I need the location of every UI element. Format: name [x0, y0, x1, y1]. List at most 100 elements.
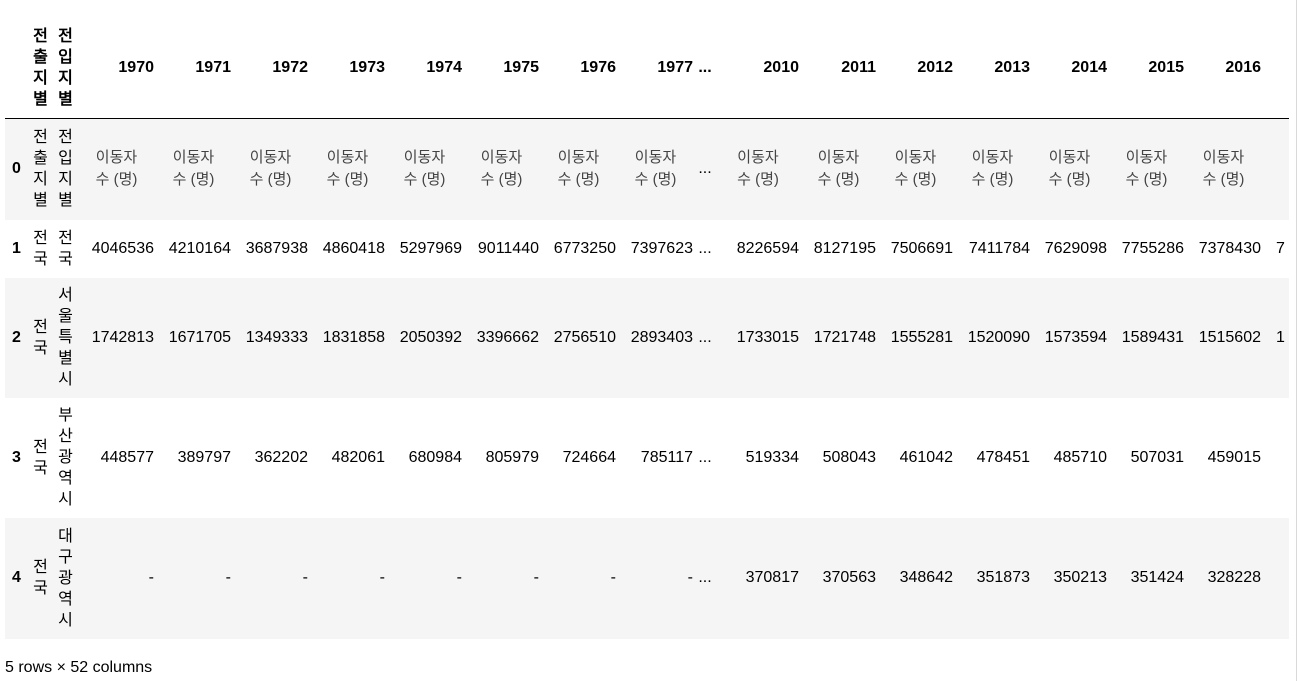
- table-row: 2 전국 서울특별시 1742813 1671705 1349333 1831858 2050…: [5, 277, 1289, 398]
- cell-origin: 전국: [28, 220, 53, 278]
- overflow-cell: [1262, 518, 1289, 639]
- column-header-year: 2013: [954, 18, 1031, 119]
- overflow-cell: 1: [1276, 328, 1285, 346]
- column-header-year: 2014: [1031, 18, 1108, 119]
- table-cell: 1733015: [736, 328, 799, 346]
- cell-origin-text: 전국: [33, 318, 48, 357]
- overflow-cell: [1262, 119, 1289, 220]
- table-cell: 2893403: [630, 328, 693, 346]
- table-cell: 1515602: [1198, 328, 1261, 346]
- table-cell: 이동자수 (명): [463, 119, 540, 220]
- table-cell: 1573594: [1044, 328, 1107, 346]
- column-header-year: 1972: [232, 18, 309, 119]
- column-header-origin: 전출지별: [28, 18, 53, 119]
- table-cell: 1520090: [967, 328, 1030, 346]
- table-cell: 이동자수 (명): [716, 119, 800, 220]
- cell-origin-text: 전국: [33, 438, 48, 477]
- table-cell: -: [225, 569, 231, 586]
- table-cell: 7378430: [1198, 239, 1261, 257]
- table-cell: -: [302, 569, 308, 586]
- cell-destination-text: 전국: [58, 229, 73, 268]
- table-cell: 482061: [331, 448, 385, 466]
- cell-destination-text: 부산광역시: [58, 407, 73, 508]
- ellipsis-cell: ...: [698, 569, 712, 586]
- cell-label: 이동자수 (명): [403, 149, 446, 189]
- table-cell: 이동자수 (명): [1031, 119, 1108, 220]
- table-cell: 351873: [976, 569, 1030, 586]
- column-header-year: 2012: [877, 18, 954, 119]
- table-cell: 이동자수 (명): [954, 119, 1031, 220]
- table-row: 4 전국 대구광역시 - - - - - - - -... 370817 370563 348642 351…: [5, 517, 1289, 639]
- table-row: 3 전국 부산광역시 448577 389797 362202 482061 680984 80…: [5, 397, 1289, 518]
- table-cell: 3687938: [245, 239, 308, 257]
- table-cell: 8127195: [813, 239, 876, 257]
- dataframe-shape: 5 rows × 52 columns: [5, 659, 153, 676]
- cell-label: 이동자수 (명): [557, 149, 600, 189]
- table-cell: 4210164: [168, 239, 231, 257]
- table-row: 1 전국 전국 4046536 4210164 3687938 4860418 5297969…: [5, 219, 1289, 278]
- dataframe-scroll-area[interactable]: 전출지별 전입지별 1970 1971 1972 1973 1974 1975 1976 1977…: [5, 18, 1289, 640]
- column-header-year: 2011: [800, 18, 877, 119]
- cell-label: 이동자수 (명): [737, 149, 779, 189]
- column-header-year: 1971: [155, 18, 232, 119]
- row-index: 4: [12, 569, 21, 586]
- table-cell: 4860418: [322, 239, 385, 257]
- cell-label: 이동자수 (명): [894, 149, 937, 189]
- column-header-year: 1974: [386, 18, 463, 119]
- table-cell: 1742813: [91, 328, 154, 346]
- table-cell: 519334: [745, 448, 799, 466]
- table-cell: 5297969: [399, 239, 462, 257]
- table-cell: 1555281: [890, 328, 953, 346]
- table-cell: 348642: [899, 569, 953, 586]
- cell-label: 이동자수 (명): [634, 149, 677, 189]
- table-cell: 1671705: [168, 328, 231, 346]
- table-cell: 805979: [485, 448, 539, 466]
- cell-destination: 전입지별: [53, 119, 78, 220]
- column-header-year: 1976: [540, 18, 617, 119]
- table-cell: 7411784: [968, 239, 1030, 257]
- row-index: 3: [12, 448, 21, 466]
- cell-label: 이동자수 (명): [817, 149, 860, 189]
- table-cell: 2756510: [553, 328, 616, 346]
- index-header: [5, 18, 28, 119]
- table-cell: 7397623: [630, 239, 693, 257]
- cell-label: 이동자수 (명): [1202, 149, 1245, 189]
- ellipsis-cell: ...: [698, 239, 712, 257]
- column-header-year: 2016: [1185, 18, 1262, 119]
- cell-label: 이동자수 (명): [326, 149, 369, 189]
- table-cell: 이동자수 (명): [617, 119, 694, 220]
- table-cell: -: [610, 569, 616, 586]
- table-cell: 이동자수 (명): [232, 119, 309, 220]
- table-row: 0 전출지별 전입지별 이동자수 (명) 이동자수 (명) 이동자수 (명) 이동자수 (명…: [5, 118, 1289, 220]
- column-header-destination: 전입지별: [53, 18, 78, 119]
- cell-label: 이동자수 (명): [1048, 149, 1091, 189]
- column-header-year: 2015: [1108, 18, 1185, 119]
- table-cell: 이동자수 (명): [1108, 119, 1185, 220]
- table-cell: 1589431: [1121, 328, 1184, 346]
- column-header-year: 1977: [617, 18, 694, 119]
- table-cell: -: [687, 569, 693, 586]
- table-cell: 1349333: [245, 328, 308, 346]
- ellipsis-cell: ...: [698, 328, 712, 346]
- table-cell: 이동자수 (명): [78, 119, 155, 220]
- table-cell: 350213: [1053, 569, 1107, 586]
- cell-label: 이동자수 (명): [1125, 149, 1168, 189]
- table-cell: 이동자수 (명): [155, 119, 232, 220]
- table-cell: 이동자수 (명): [309, 119, 386, 220]
- cell-origin-text: 전국: [33, 229, 48, 268]
- ellipsis-cell: ...: [698, 448, 712, 466]
- table-cell: 724664: [562, 448, 616, 466]
- cell-destination-text: 서울특별시: [58, 287, 73, 388]
- cell-origin: 전국: [28, 278, 53, 398]
- table-cell: 이동자수 (명): [540, 119, 617, 220]
- cell-destination: 서울특별시: [53, 278, 78, 398]
- table-cell: 370563: [822, 569, 876, 586]
- table-cell: 362202: [254, 448, 308, 466]
- table-cell: 이동자수 (명): [1185, 119, 1262, 220]
- table-cell: 7755286: [1121, 239, 1184, 257]
- table-cell: 이동자수 (명): [386, 119, 463, 220]
- table-cell: 507031: [1130, 448, 1184, 466]
- table-cell: 785117: [640, 448, 693, 466]
- table-cell: 389797: [177, 448, 231, 466]
- cell-destination: 대구광역시: [53, 518, 78, 639]
